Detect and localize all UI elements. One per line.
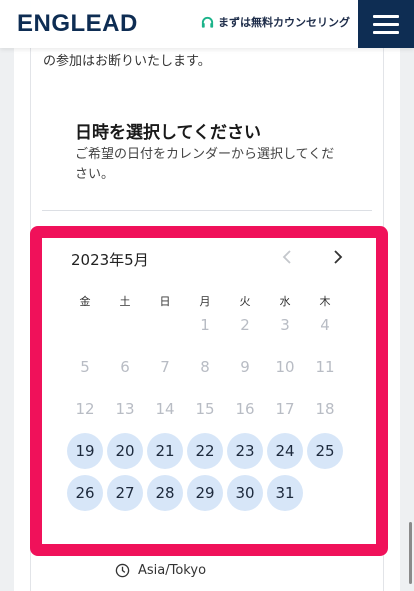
site-header: ENGLEAD まずは無料カウンセリング <box>0 0 414 48</box>
chevron-right-icon <box>334 250 343 264</box>
calendar-day-disabled: 11 <box>315 358 335 376</box>
calendar-day-available[interactable]: 30 <box>227 475 263 511</box>
calendar-day-available[interactable]: 24 <box>267 433 303 469</box>
chevron-left-icon <box>282 250 291 264</box>
calendar-day-disabled: 17 <box>275 400 295 418</box>
calendar-day-disabled: 18 <box>315 400 335 418</box>
previous-month-button[interactable] <box>277 247 297 267</box>
free-counseling-link[interactable]: まずは無料カウンセリング <box>200 14 350 30</box>
headset-icon <box>201 16 214 28</box>
calendar-day-disabled: 4 <box>320 316 330 334</box>
step-title: 日時を選択してください <box>75 123 261 143</box>
calendar-day-available[interactable]: 29 <box>187 475 223 511</box>
step-description: ご希望の日付をカレンダーから選択してください。 <box>75 147 335 182</box>
calendar-day-disabled: 14 <box>155 400 175 418</box>
timezone-selector[interactable]: Asia/Tokyo <box>115 563 206 578</box>
englead-logo[interactable]: ENGLEAD <box>17 10 138 38</box>
calendar-day-disabled: 5 <box>80 358 90 376</box>
calendar-day-available[interactable]: 31 <box>267 475 303 511</box>
calendar-day-disabled: 8 <box>200 358 210 376</box>
calendar-day-disabled: 10 <box>275 358 295 376</box>
hamburger-menu-icon <box>373 22 399 26</box>
calendar-day-disabled: 13 <box>115 400 135 418</box>
calendar-day-disabled: 2 <box>240 316 250 334</box>
calendar-day-disabled: 16 <box>235 400 255 418</box>
hamburger-menu-icon <box>373 30 399 34</box>
calendar-day-available[interactable]: 23 <box>227 433 263 469</box>
weekday-header: 土 <box>119 295 131 308</box>
calendar-day-available[interactable]: 21 <box>147 433 183 469</box>
timezone-label: Asia/Tokyo <box>138 563 207 578</box>
calendar-day-available[interactable]: 27 <box>107 475 143 511</box>
calendar-day-disabled: 7 <box>160 358 170 376</box>
hamburger-menu-button[interactable] <box>358 0 414 48</box>
calendar-day-available[interactable]: 19 <box>67 433 103 469</box>
calendar-day-available[interactable]: 25 <box>307 433 343 469</box>
clock-icon <box>115 563 130 578</box>
date-picker-calendar: 2023年5月 金土日月火水木 1 2 3 4 5 6 7 8 9 10 11 12 13 14 15 16 17… <box>44 240 374 542</box>
next-month-button[interactable] <box>328 247 348 267</box>
calendar-day-disabled: 15 <box>195 400 215 418</box>
divider <box>42 210 372 211</box>
hamburger-menu-icon <box>373 14 399 18</box>
month-label: 2023年5月 <box>71 251 149 269</box>
calendar-day-disabled: 9 <box>240 358 250 376</box>
weekday-header: 日 <box>159 295 171 308</box>
scrollbar[interactable] <box>409 522 412 584</box>
intro-text: の参加はお断りいたします。 <box>43 54 211 69</box>
calendar-day-disabled: 12 <box>75 400 95 418</box>
calendar-day-available[interactable]: 28 <box>147 475 183 511</box>
calendar-day-available[interactable]: 26 <box>67 475 103 511</box>
calendar-day-disabled: 6 <box>120 358 130 376</box>
calendar-day-disabled: 3 <box>280 316 290 334</box>
calendar-day-available[interactable]: 20 <box>107 433 143 469</box>
weekday-header: 金 <box>79 295 91 308</box>
calendar-day-available[interactable]: 22 <box>187 433 223 469</box>
free-counseling-label: まずは無料カウンセリング <box>218 16 350 29</box>
calendar-day-disabled: 1 <box>200 316 210 334</box>
